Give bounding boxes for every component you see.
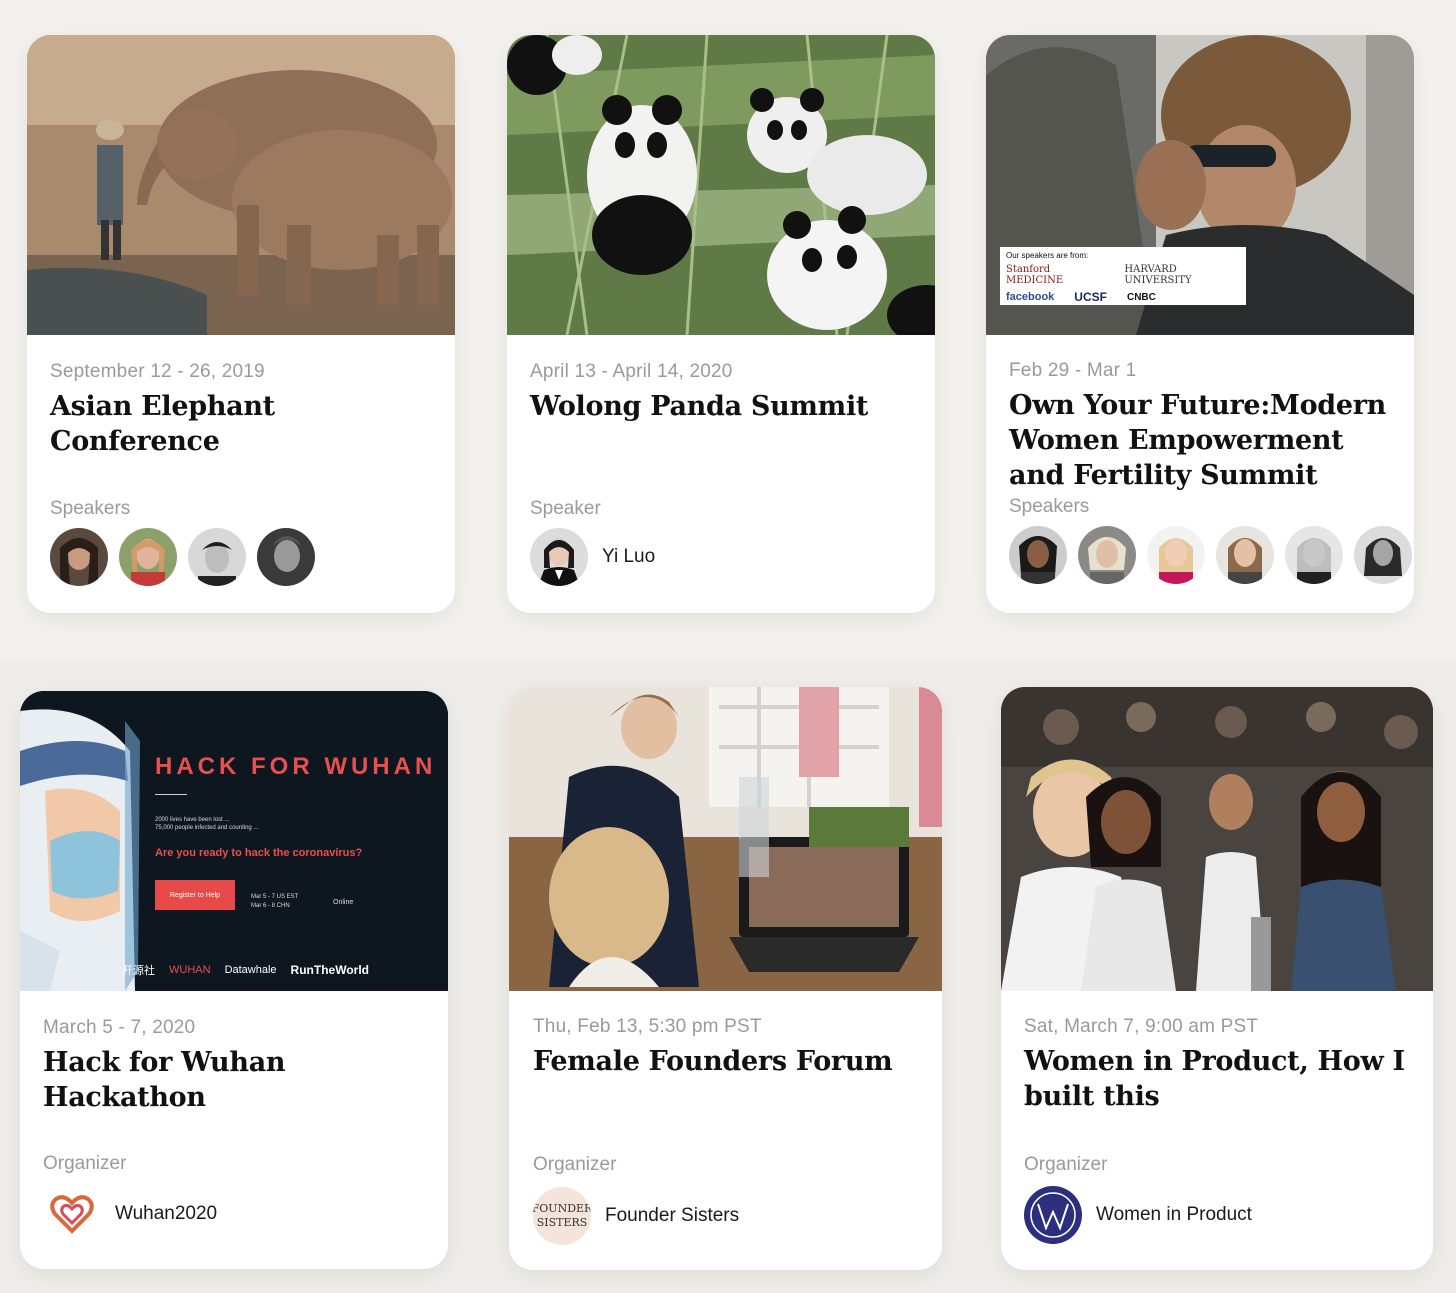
event-title[interactable]: Wolong Panda Summit bbox=[530, 389, 920, 424]
organizer-name[interactable]: Wuhan2020 bbox=[115, 1203, 217, 1225]
speakers-label: Speakers bbox=[50, 498, 131, 519]
speaker-avatars bbox=[1009, 526, 1412, 584]
event-image-hack-for-wuhan-poster: HACK FOR WUHAN 2000 lives have been lost… bbox=[20, 691, 448, 991]
speaker-avatar[interactable] bbox=[1216, 526, 1274, 584]
speaker-avatar[interactable] bbox=[188, 528, 246, 586]
speaker-label: Speaker bbox=[530, 498, 601, 519]
founder-sisters-logo: FOUNDER SISTERS bbox=[533, 1187, 591, 1245]
speakers-affiliations-banner: Our speakers are from: Stanford MEDICINE… bbox=[1000, 247, 1246, 305]
facebook-logo: facebook bbox=[1006, 291, 1055, 303]
event-card-wolong-panda[interactable]: April 13 - April 14, 2020 Wolong Panda S… bbox=[507, 35, 935, 613]
logo-line-1: FOUNDER bbox=[533, 1202, 591, 1215]
organizer-label: Organizer bbox=[533, 1154, 617, 1175]
event-title[interactable]: Women in Product, How I built this bbox=[1024, 1044, 1419, 1114]
event-title[interactable]: Female Founders Forum bbox=[533, 1044, 928, 1079]
poster-dates-chn: Mar 6 - 8 CHN bbox=[251, 903, 290, 909]
speaker-entry[interactable]: Yi Luo bbox=[530, 528, 655, 586]
poster-dates-us: Mar 5 - 7 US EST bbox=[251, 894, 299, 900]
organizer-entry[interactable]: Wuhan2020 bbox=[43, 1185, 217, 1243]
poster-dates: Mar 5 - 7 US EST Mar 6 - 8 CHN bbox=[251, 893, 298, 911]
poster-line-2: 75,000 people infected and counting ... bbox=[155, 825, 259, 831]
wuhan2020-logo: WUHAN bbox=[169, 964, 211, 976]
event-title[interactable]: Asian Elephant Conference bbox=[50, 389, 440, 459]
event-card-own-your-future[interactable]: Our speakers are from: Stanford MEDICINE… bbox=[986, 35, 1414, 613]
logo-line-2: SISTERS bbox=[536, 1216, 588, 1229]
kaiyuanshe-logo: 开源社 bbox=[122, 965, 155, 977]
poster-sponsors: 开源社 WUHAN Datawhale RunTheWorld bbox=[122, 962, 369, 978]
event-date: Sat, March 7, 9:00 am PST bbox=[1024, 1016, 1259, 1037]
speaker-avatar[interactable] bbox=[1285, 526, 1343, 584]
stanford-logo: Stanford MEDICINE bbox=[1006, 264, 1064, 286]
speaker-avatar[interactable] bbox=[119, 528, 177, 586]
organizer-entry[interactable]: FOUNDER SISTERS Founder Sisters bbox=[533, 1187, 739, 1245]
speaker-avatar[interactable] bbox=[1009, 526, 1067, 584]
speaker-avatars bbox=[50, 528, 315, 586]
event-image-audience bbox=[1001, 687, 1433, 991]
event-date: April 13 - April 14, 2020 bbox=[530, 361, 733, 382]
event-date: September 12 - 26, 2019 bbox=[50, 361, 265, 382]
poster-line-1: 2000 lives have been lost ... bbox=[155, 817, 230, 823]
runtheworld-logo: RunTheWorld bbox=[290, 963, 369, 977]
event-title[interactable]: Hack for Wuhan Hackathon bbox=[43, 1045, 433, 1115]
speaker-avatar[interactable] bbox=[1354, 526, 1412, 584]
poster-question: Are you ready to hack the coronavirus? bbox=[155, 847, 363, 859]
speaker-avatar[interactable] bbox=[1078, 526, 1136, 584]
datawhale-logo: Datawhale bbox=[224, 964, 277, 976]
banner-heading: Our speakers are from: bbox=[1006, 251, 1089, 260]
event-image-elephants bbox=[27, 35, 455, 335]
event-card-female-founders[interactable]: Thu, Feb 13, 5:30 pm PST Female Founders… bbox=[509, 687, 942, 1270]
harvard-logo: HARVARD UNIVERSITY bbox=[1124, 264, 1192, 286]
organizer-label: Organizer bbox=[1024, 1154, 1108, 1175]
speaker-name[interactable]: Yi Luo bbox=[602, 546, 655, 568]
event-date: Thu, Feb 13, 5:30 pm PST bbox=[533, 1016, 762, 1037]
register-to-help-button: Register to Help bbox=[155, 880, 235, 910]
women-in-product-logo bbox=[1024, 1186, 1082, 1244]
event-image-women-empowerment: Our speakers are from: Stanford MEDICINE… bbox=[986, 35, 1414, 335]
poster-divider bbox=[155, 794, 187, 795]
poster-online: Online bbox=[333, 899, 354, 906]
speaker-avatar[interactable] bbox=[1147, 526, 1205, 584]
speakers-label: Speakers bbox=[1009, 496, 1090, 517]
event-card-women-in-product[interactable]: Sat, March 7, 9:00 am PST Women in Produ… bbox=[1001, 687, 1433, 1270]
organizer-entry[interactable]: Women in Product bbox=[1024, 1186, 1252, 1244]
organizer-label: Organizer bbox=[43, 1153, 127, 1174]
speaker-avatar[interactable] bbox=[530, 528, 588, 586]
ucsf-logo: UCSF bbox=[1074, 290, 1107, 304]
event-image-pandas bbox=[507, 35, 935, 335]
speaker-avatar[interactable] bbox=[257, 528, 315, 586]
cnbc-logo: CNBC bbox=[1126, 291, 1156, 303]
event-title[interactable]: Own Your Future:Modern Women Empowerment… bbox=[1009, 388, 1404, 493]
speaker-avatar[interactable] bbox=[50, 528, 108, 586]
event-image-meeting-laptop bbox=[509, 687, 942, 991]
event-card-hack-for-wuhan[interactable]: HACK FOR WUHAN 2000 lives have been lost… bbox=[20, 691, 448, 1269]
wuhan2020-heart-icon bbox=[43, 1185, 101, 1243]
organizer-name[interactable]: Women in Product bbox=[1096, 1204, 1252, 1226]
organizer-name[interactable]: Founder Sisters bbox=[605, 1205, 739, 1227]
event-card-asian-elephant[interactable]: September 12 - 26, 2019 Asian Elephant C… bbox=[27, 35, 455, 613]
event-date: Feb 29 - Mar 1 bbox=[1009, 360, 1137, 381]
poster-headline: HACK FOR WUHAN bbox=[155, 753, 437, 780]
event-date: March 5 - 7, 2020 bbox=[43, 1017, 196, 1038]
